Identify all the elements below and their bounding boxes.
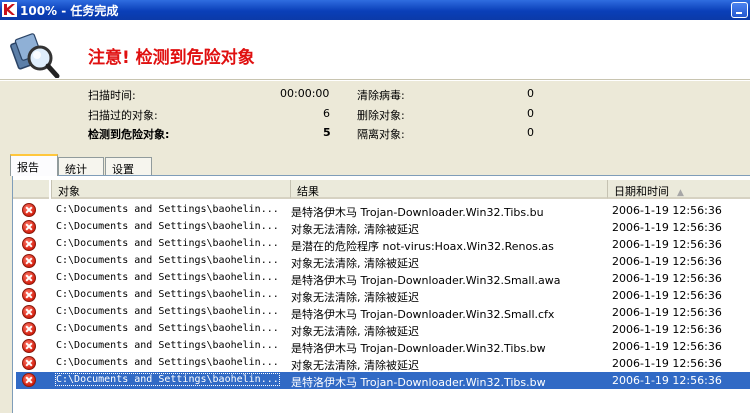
- object-path: C:\Documents and Settings\baohelin...: [56, 323, 279, 334]
- scan-datetime: 2006-1-19 12:56:36: [612, 357, 722, 370]
- scan-result: 对象无法清除, 清除被延迟: [291, 257, 419, 270]
- sort-ascending-icon: ▲: [677, 188, 684, 198]
- scan-datetime: 2006-1-19 12:56:36: [612, 323, 722, 336]
- scan-result: 是特洛伊木马 Trojan-Downloader.Win32.Small.cfx: [291, 308, 555, 321]
- scan-result: 是潜在的危险程序 not-virus:Hoax.Win32.Renos.as: [291, 240, 554, 253]
- object-path: C:\Documents and Settings\baohelin...: [56, 255, 279, 266]
- minimize-button[interactable]: [731, 2, 748, 18]
- scan-datetime: 2006-1-19 12:56:36: [612, 221, 722, 234]
- error-icon: [22, 237, 36, 251]
- scan-result: 是特洛伊木马 Trojan-Downloader.Win32.Tibs.bw: [291, 342, 546, 355]
- error-icon: [22, 373, 36, 387]
- tab-statistics[interactable]: 统计: [58, 157, 104, 177]
- table-row[interactable]: C:\Documents and Settings\baohelin... 是特…: [16, 338, 750, 355]
- magnifier-scan-icon: [10, 33, 60, 78]
- error-icon: [22, 254, 36, 268]
- scan-result: 是特洛伊木马 Trojan-Downloader.Win32.Tibs.bu: [291, 206, 544, 219]
- table-row[interactable]: C:\Documents and Settings\baohelin... 是特…: [16, 270, 750, 287]
- scan-result: 对象无法清除, 清除被延迟: [291, 359, 419, 372]
- object-path: C:\Documents and Settings\baohelin...: [56, 289, 279, 300]
- scan-time-value: 00:00:00: [280, 87, 330, 100]
- scan-datetime: 2006-1-19 12:56:36: [612, 374, 722, 387]
- scan-result: 是特洛伊木马 Trojan-Downloader.Win32.Tibs.bw: [291, 376, 546, 389]
- header-divider: [0, 79, 750, 81]
- tab-settings[interactable]: 设置: [105, 157, 152, 177]
- error-icon: [22, 339, 36, 353]
- scan-result: 对象无法清除, 清除被延迟: [291, 325, 419, 338]
- table-row[interactable]: C:\Documents and Settings\baohelin... 对象…: [16, 355, 750, 372]
- error-icon: [22, 356, 36, 370]
- app-icon: [2, 2, 17, 17]
- column-label-object: 对象: [58, 185, 80, 198]
- column-header-object[interactable]: 对象: [51, 180, 291, 199]
- error-icon: [22, 271, 36, 285]
- object-path: C:\Documents and Settings\baohelin...: [56, 306, 279, 317]
- scanned-objects-label: 扫描过的对象:: [88, 109, 158, 122]
- object-path: C:\Documents and Settings\baohelin...: [56, 340, 279, 351]
- column-header-datetime[interactable]: 日期和时间 ▲: [607, 180, 750, 199]
- quarantined-value: 0: [527, 126, 534, 139]
- header-area: 注意! 检测到危险对象: [0, 20, 750, 79]
- error-icon: [22, 220, 36, 234]
- scan-time-label: 扫描时间:: [88, 89, 136, 102]
- scan-datetime: 2006-1-19 12:56:36: [612, 272, 722, 285]
- table-row[interactable]: C:\Documents and Settings\baohelin... 是特…: [16, 202, 750, 219]
- quarantined-label: 隔离对象:: [357, 128, 405, 141]
- column-label-result: 结果: [297, 185, 319, 198]
- scan-datetime: 2006-1-19 12:56:36: [612, 204, 722, 217]
- cleaned-value: 0: [527, 87, 534, 100]
- table-row[interactable]: C:\Documents and Settings\baohelin... 是特…: [16, 304, 750, 321]
- object-path: C:\Documents and Settings\baohelin...: [55, 373, 280, 386]
- column-label-datetime: 日期和时间: [614, 185, 669, 198]
- column-header-result[interactable]: 结果: [290, 180, 608, 199]
- error-icon: [22, 322, 36, 336]
- error-icon: [22, 288, 36, 302]
- scan-result: 对象无法清除, 清除被延迟: [291, 223, 419, 236]
- column-header-icon[interactable]: [13, 180, 49, 199]
- table-row[interactable]: C:\Documents and Settings\baohelin... 对象…: [16, 287, 750, 304]
- detected-objects-value: 5: [323, 126, 331, 139]
- error-icon: [22, 203, 36, 217]
- detected-objects-label: 检测到危险对象:: [88, 128, 170, 141]
- deleted-value: 0: [527, 107, 534, 120]
- title-bar[interactable]: 100% - 任务完成: [0, 0, 750, 20]
- error-icon: [22, 305, 36, 319]
- table-row[interactable]: C:\Documents and Settings\baohelin... 对象…: [16, 219, 750, 236]
- scan-datetime: 2006-1-19 12:56:36: [612, 340, 722, 353]
- scanned-objects-value: 6: [323, 107, 330, 120]
- scan-datetime: 2006-1-19 12:56:36: [612, 306, 722, 319]
- object-path: C:\Documents and Settings\baohelin...: [56, 238, 279, 249]
- cleaned-label: 清除病毒:: [357, 89, 405, 102]
- object-path: C:\Documents and Settings\baohelin...: [56, 272, 279, 283]
- object-path: C:\Documents and Settings\baohelin...: [56, 221, 279, 232]
- scan-datetime: 2006-1-19 12:56:36: [612, 255, 722, 268]
- report-list[interactable]: 对象 结果 日期和时间 ▲ C:\Documents and Settings\b…: [12, 175, 750, 413]
- tab-report[interactable]: 报告: [10, 154, 58, 176]
- deleted-label: 删除对象:: [357, 109, 405, 122]
- warning-heading: 注意! 检测到危险对象: [88, 48, 255, 68]
- scan-datetime: 2006-1-19 12:56:36: [612, 289, 722, 302]
- table-row[interactable]: C:\Documents and Settings\baohelin... 对象…: [16, 253, 750, 270]
- object-path: C:\Documents and Settings\baohelin...: [56, 357, 279, 368]
- table-row[interactable]: C:\Documents and Settings\baohelin... 对象…: [16, 321, 750, 338]
- scan-datetime: 2006-1-19 12:56:36: [612, 238, 722, 251]
- object-path: C:\Documents and Settings\baohelin...: [56, 204, 279, 215]
- table-row-selected[interactable]: C:\Documents and Settings\baohelin... 是特…: [16, 372, 750, 389]
- scan-result: 是特洛伊木马 Trojan-Downloader.Win32.Small.awa: [291, 274, 561, 287]
- window-title: 100% - 任务完成: [20, 4, 119, 18]
- scan-result: 对象无法清除, 清除被延迟: [291, 291, 419, 304]
- table-row[interactable]: C:\Documents and Settings\baohelin... 是潜…: [16, 236, 750, 253]
